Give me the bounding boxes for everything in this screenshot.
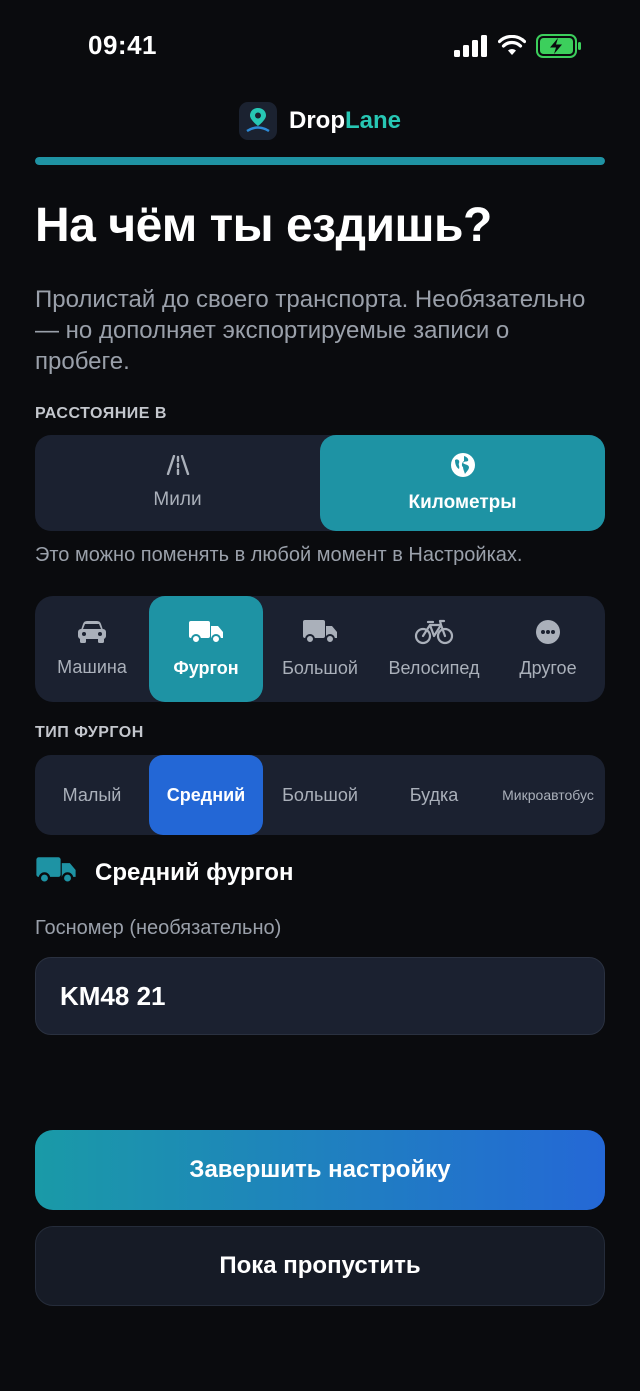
- units-option-miles[interactable]: Мили: [35, 435, 320, 531]
- cellular-signal-icon: [454, 35, 488, 62]
- van-icon: [35, 855, 77, 890]
- units-option-kilometers[interactable]: Километры: [320, 435, 605, 531]
- more-icon: [535, 619, 561, 650]
- van-type-option-large[interactable]: Большой: [263, 755, 377, 835]
- plate-number-field[interactable]: [35, 957, 605, 1035]
- vehicle-option-bicycle[interactable]: Велосипед: [377, 596, 491, 702]
- app-logo: [238, 102, 277, 140]
- units-hint: Это можно поменять в любой момент в Наст…: [35, 544, 523, 566]
- vehicle-option-label: Большой: [282, 658, 358, 678]
- distance-units-label: РАССТОЯНИЕ В: [35, 405, 167, 422]
- onboarding-screen: 09:41 DropLane На чём ты ездишь? Пролист…: [0, 0, 640, 1391]
- van-type-selector: Малый Средний Большой Будка Микроавтобус: [35, 755, 605, 835]
- app-name-part2: Lane: [344, 107, 401, 134]
- van-type-label: ТИП ФУРГОН: [35, 724, 144, 741]
- plate-field-label: Госномер (необязательно): [35, 917, 282, 939]
- truck-icon: [302, 619, 338, 650]
- units-option-label: Мили: [153, 489, 202, 510]
- status-icons: [454, 34, 582, 63]
- status-bar: 09:41: [0, 0, 640, 96]
- battery-charging-icon: [536, 34, 582, 63]
- onboarding-progress-bar: [35, 157, 605, 165]
- vehicle-option-label: Фургон: [173, 658, 239, 678]
- road-icon: [160, 454, 196, 481]
- wifi-icon: [497, 34, 527, 62]
- selected-vehicle-summary: Средний фургон: [35, 855, 293, 890]
- app-name: DropLane: [289, 107, 401, 135]
- vehicle-option-label: Другое: [519, 658, 577, 678]
- vehicle-option-car[interactable]: Машина: [35, 596, 149, 702]
- vehicle-option-label: Машина: [57, 657, 127, 677]
- page-subtitle: Пролистай до своего транспорта. Необязат…: [35, 286, 586, 375]
- brand-header: DropLane: [0, 102, 640, 140]
- vehicle-option-other[interactable]: Другое: [491, 596, 605, 702]
- globe-icon: [450, 452, 476, 484]
- skip-button[interactable]: Пока пропустить: [35, 1226, 605, 1306]
- progress-fill: [35, 157, 605, 165]
- page-title: На чём ты ездишь?: [35, 199, 492, 252]
- app-name-part1: Drop: [288, 107, 345, 134]
- finish-setup-button[interactable]: Завершить настройку: [35, 1130, 605, 1210]
- units-option-label: Километры: [408, 492, 517, 513]
- vehicle-option-label: Велосипед: [388, 658, 480, 678]
- vehicle-type-selector: Машина Фургон Большой Велосипед Другое: [35, 596, 605, 702]
- van-type-option-minibus[interactable]: Микроавтобус: [491, 755, 605, 835]
- van-icon: [188, 619, 224, 650]
- car-icon: [77, 620, 107, 649]
- status-time: 09:41: [88, 30, 157, 60]
- vehicle-option-van[interactable]: Фургон: [149, 596, 263, 702]
- bicycle-icon: [414, 619, 454, 650]
- van-type-option-small[interactable]: Малый: [35, 755, 149, 835]
- van-type-option-box[interactable]: Будка: [377, 755, 491, 835]
- distance-units-selector: Мили Километры: [35, 435, 605, 531]
- van-type-option-medium[interactable]: Средний: [149, 755, 263, 835]
- vehicle-option-large[interactable]: Большой: [263, 596, 377, 702]
- selected-vehicle-label: Средний фургон: [95, 858, 294, 886]
